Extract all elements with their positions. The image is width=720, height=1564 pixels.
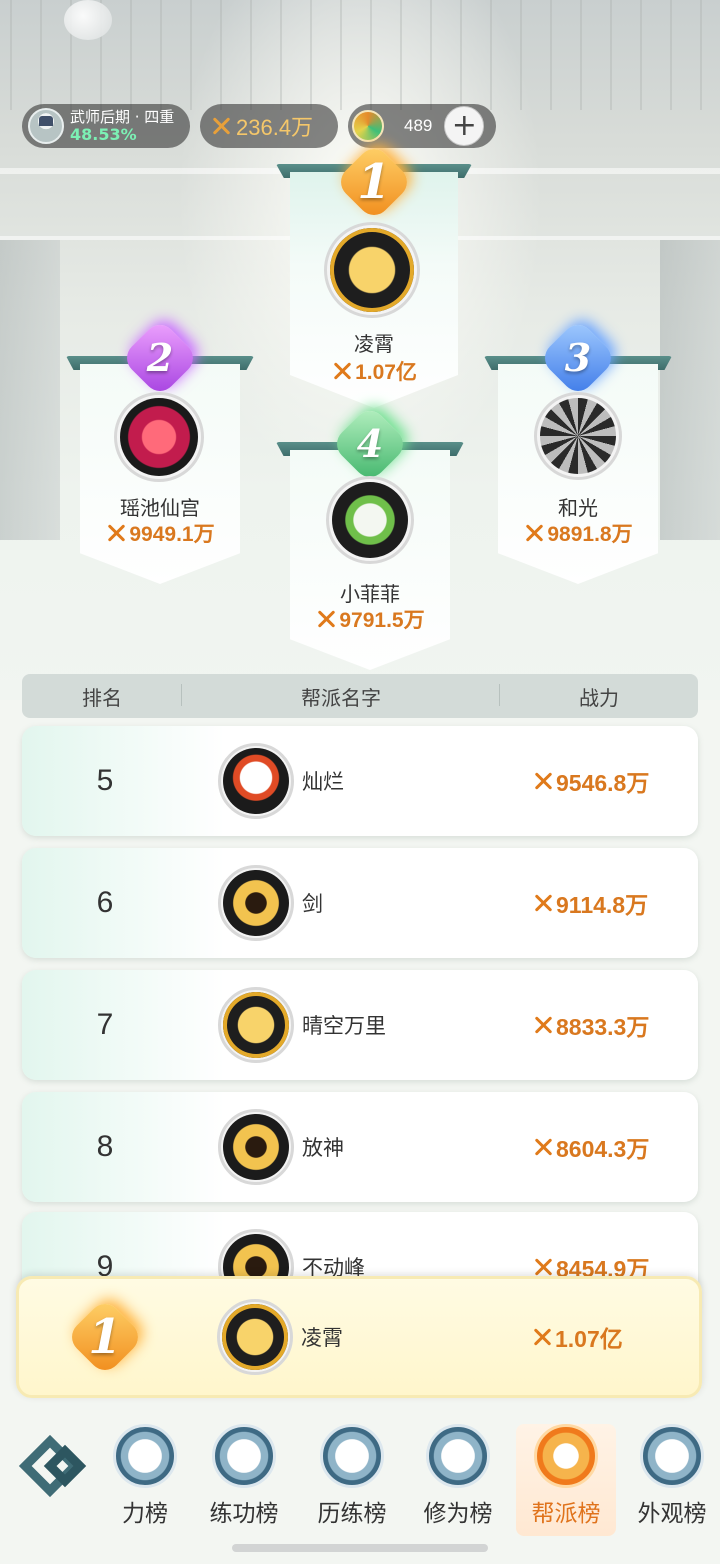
podium-rank-1[interactable]: 1 凌霄 1.07亿 [276,142,472,408]
pagoda-emblem-icon [218,987,294,1063]
crossed-swords-icon [210,115,232,137]
crossed-swords-icon [532,1256,554,1278]
horse-emblem-icon [218,743,294,819]
row-rank: 5 [96,764,114,797]
home-button[interactable] [18,1434,96,1498]
yin-yang-icon [212,1424,276,1488]
crossed-swords-icon [523,522,545,544]
tab-label: 历练榜 [317,1501,387,1527]
row-power: 8604.3万 [556,1136,650,1162]
podium-rank-3[interactable]: 3 和光 9891.8万 [484,318,672,584]
tab-label: 帮派榜 [531,1501,601,1527]
leaf-emblem-icon [326,476,414,564]
header-rank: 排名 [22,682,182,711]
pagoda-emblem-icon [324,222,420,318]
blade-emblem-icon [218,865,294,941]
spirit-gem-icon [352,110,384,142]
pillar-right [660,240,720,540]
tab-power-rank[interactable]: 力榜 [100,1424,190,1528]
my-guild-name: 凌霄 [301,1326,343,1350]
header-power: 战力 [579,685,619,710]
currency-pill: 489 + [348,104,496,148]
crossed-swords-icon [532,892,554,914]
rank-medal-2: 2 [120,318,200,398]
table-row[interactable]: 7 晴空万里 8833.3万 [22,970,698,1080]
tab-training-rank[interactable]: 练功榜 [194,1424,294,1528]
tab-label: 修为榜 [423,1501,493,1527]
podium-rank-2[interactable]: 2 瑶池仙宫 9949.1万 [66,318,254,584]
costume-icon [640,1424,704,1488]
row-guild-name: 剑 [302,892,323,916]
crossed-swords-icon [532,1136,554,1158]
row-power: 8833.3万 [556,1014,650,1040]
podium-power: 9791.5万 [339,609,425,632]
podium-power: 9949.1万 [129,523,215,546]
blade-emblem-icon [218,1109,294,1185]
table-row[interactable]: 8 放神 8604.3万 [22,1092,698,1202]
table-row[interactable]: 5 灿烂 9546.8万 [22,726,698,836]
rank-title: 武师后期 · 四重 [70,108,175,126]
tab-label: 力榜 [122,1501,168,1527]
rank-medal-3: 3 [538,318,618,398]
player-power-pill: 236.4万 [200,104,338,148]
rank-medal-1: 1 [334,142,414,222]
tab-cultivation-rank[interactable]: 修为榜 [408,1424,508,1528]
crossed-swords-icon [105,522,127,544]
podium-power: 9891.8万 [547,523,633,546]
flame-emblem-icon [114,392,204,482]
player-rank-pill[interactable]: 武师后期 · 四重 48.53% [22,104,190,148]
crossed-swords-icon [532,770,554,792]
bottom-nav: 力榜 练功榜 历练榜 修为榜 帮派榜 外观榜 [0,1404,720,1564]
tab-guild-rank[interactable]: 帮派榜 [516,1424,616,1536]
rank-medal-4: 4 [330,404,410,484]
add-currency-button[interactable]: + [444,106,485,146]
row-guild-name: 灿烂 [302,770,344,794]
crossed-swords-icon [531,1326,553,1348]
podium-name: 和光 [558,496,598,520]
flag-icon [534,1424,598,1488]
podium-name: 小菲菲 [340,582,400,606]
player-power: 236.4万 [236,115,314,140]
podium-power: 1.07亿 [355,361,417,384]
pillar-left [0,240,60,540]
home-indicator[interactable] [232,1544,488,1552]
my-guild-row[interactable]: 1 凌霄 1.07亿 [16,1276,702,1398]
crossed-swords-icon [315,608,337,630]
ranking-table-header: 排名 帮派名字 战力 [22,674,698,718]
tab-label: 外观榜 [637,1501,707,1527]
avatar [28,108,64,144]
pagoda-emblem-icon [217,1299,293,1375]
row-rank: 6 [96,886,114,919]
podium-name: 凌霄 [354,332,394,356]
rank-medal-1: 1 [65,1297,145,1377]
my-guild-power: 1.07亿 [555,1326,623,1352]
row-rank: 8 [96,1130,114,1163]
row-guild-name: 晴空万里 [302,1014,386,1038]
power-rank-icon [113,1424,177,1488]
tab-experience-rank[interactable]: 历练榜 [302,1424,402,1528]
shuriken-icon [320,1424,384,1488]
currency-amount: 489 [404,116,433,135]
row-rank: 7 [96,1008,114,1041]
moon-orb [64,0,112,40]
table-row[interactable]: 6 剑 9114.8万 [22,848,698,958]
row-power: 9114.8万 [556,892,649,918]
tab-appearance-rank[interactable]: 外观榜 [622,1424,720,1528]
podium-name: 瑶池仙宫 [120,496,200,520]
tab-label: 练功榜 [209,1501,279,1527]
chain-emblem-icon [534,392,622,480]
header-guild-name: 帮派名字 [182,682,500,711]
player-status-bar: 武师后期 · 四重 48.53% 236.4万 489 + [22,104,496,148]
row-guild-name: 放神 [302,1136,344,1160]
rank-progress: 48.53% [70,125,137,144]
crossed-swords-icon [331,360,353,382]
podium-rank-4[interactable]: 4 小菲菲 9791.5万 [276,404,464,670]
crossed-swords-icon [532,1014,554,1036]
row-power: 9546.8万 [556,770,650,796]
hat-icon [426,1424,490,1488]
